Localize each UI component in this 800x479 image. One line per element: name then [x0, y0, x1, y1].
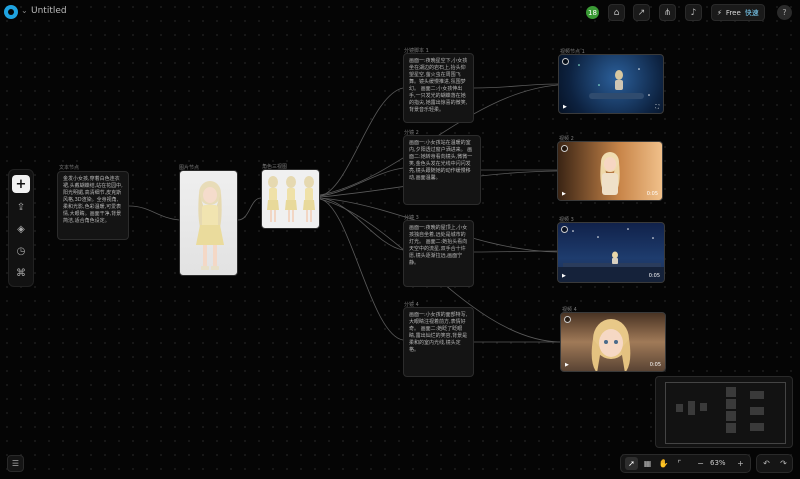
redo-icon[interactable]: ↷ — [777, 457, 790, 470]
select-tool-icon[interactable]: ➚ — [625, 457, 638, 470]
zoom-level[interactable]: 63% — [710, 459, 726, 467]
video-status-icon — [561, 226, 568, 233]
character-image-node[interactable] — [179, 170, 238, 276]
play-icon[interactable]: ▶ — [562, 273, 566, 279]
video-node-3[interactable]: ▶ 0:05 — [557, 222, 665, 283]
hand-tool-icon[interactable]: ✋ — [657, 457, 670, 470]
character-image — [196, 181, 224, 270]
edge-turnaround-to-script-1 — [319, 87, 404, 197]
edge-image-to-turnaround — [237, 197, 262, 221]
edge-script-1-to-video-1 — [473, 83, 559, 89]
frame-tool-icon[interactable]: ⌜ — [673, 457, 686, 470]
play-icon[interactable]: ▶ — [565, 362, 569, 368]
play-icon[interactable]: ▶ — [563, 104, 567, 110]
grid-tool-icon[interactable]: ▦ — [641, 457, 654, 470]
zoom-in-icon[interactable]: + — [734, 457, 747, 470]
edge-turnaround-to-script-4 — [319, 198, 404, 341]
video-node-4[interactable]: ▶ 0:05 — [560, 312, 666, 372]
video-node-1[interactable]: ▶ ⛶ — [558, 54, 664, 114]
layers-icon[interactable]: ☰ — [7, 455, 24, 472]
video-duration: 0:05 — [648, 273, 660, 279]
video-status-icon — [561, 145, 568, 152]
edge-text-to-image — [128, 205, 180, 221]
zoom-out-icon[interactable]: − — [694, 457, 707, 470]
undo-icon[interactable]: ↶ — [760, 457, 773, 470]
play-icon[interactable]: ▶ — [562, 191, 566, 197]
edge-turnaround-to-script-3 — [319, 197, 404, 251]
video-status-icon — [562, 58, 569, 65]
canvas-toolbar: ➚ ▦ ✋ ⌜ − 63% + — [620, 454, 751, 473]
script-text-node-2[interactable]: 画面一:小女孩站在温暖的室内,夕阳透过窗户洒进来。 画面二:她转身看向镜头,微微… — [403, 135, 481, 205]
video-node-2[interactable]: ▶ 0:05 — [557, 141, 663, 201]
script-text-node-3[interactable]: 画面一:夜晚的屋顶上,小女孩独自坐着,远处是城市的灯光。 画面二:她抬头看向天空… — [403, 220, 474, 287]
turnaround-image — [267, 176, 315, 222]
video-duration: 0:05 — [646, 191, 658, 197]
script-text-node-1[interactable]: 画面一:夜晚星空下,小女孩坐在湖边的岩石上,抬头仰望星空,萤火虫在周围飞舞。镜头… — [403, 53, 474, 123]
video-duration: 0:05 — [649, 362, 661, 368]
fullscreen-icon[interactable]: ⛶ — [655, 104, 659, 110]
video-status-icon — [564, 316, 571, 323]
prompt-text-node[interactable]: 金发小女孩,穿着白色连衣裙,头戴蝴蝶结,站在花园中,阳光明媚,高清细节,皮克斯风… — [57, 171, 129, 240]
history-controls: ↶ ↷ — [756, 454, 793, 473]
video-thumbnail-1 — [578, 64, 650, 99]
turnaround-image-node[interactable] — [261, 169, 320, 229]
node-label: 文本节点 — [59, 165, 80, 171]
script-text-node-4[interactable]: 画面一:小女孩的面部特写,大眼睛注视着前方,表情好奇。 画面二:她眨了眨眼睛,露… — [403, 307, 474, 377]
minimap[interactable] — [655, 376, 793, 448]
